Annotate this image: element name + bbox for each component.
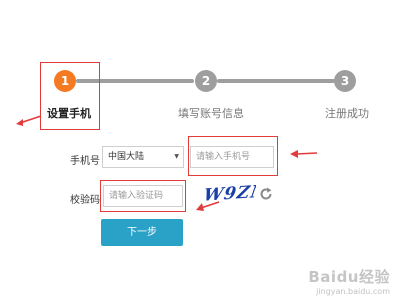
annotation-box-step-1 [40,62,100,130]
refresh-icon[interactable] [259,187,273,201]
captcha-image[interactable]: W9ZM [204,181,256,207]
watermark-url: jingyan.baidu.com [316,287,390,296]
dropdown-arrow-icon: ▼ [174,153,179,160]
code-label: 校验码 [70,195,100,206]
next-step-button[interactable]: 下一步 [101,219,183,246]
step-connector-2 [217,79,335,83]
code-input[interactable]: 请输入验证码 [103,185,183,207]
annotation-arrow-step [16,115,42,126]
step-2-circle: 2 [195,70,217,92]
phone-input[interactable]: 请输入手机号 [190,146,274,168]
captcha-text: W9ZM [204,181,256,206]
country-select[interactable]: 中国大陆 ▼ [102,146,184,168]
country-select-value: 中国大陆 [108,152,145,162]
step-3-circle: 3 [334,70,356,92]
phone-label: 手机号 [70,156,100,167]
step-3-label: 注册成功 [325,107,369,120]
watermark-logo: Baidu经验 [308,268,390,286]
annotation-arrow-phone [290,150,318,158]
watermark: Baidu经验 jingyan.baidu.com [308,266,390,296]
step-2-label: 填写账号信息 [178,107,244,120]
